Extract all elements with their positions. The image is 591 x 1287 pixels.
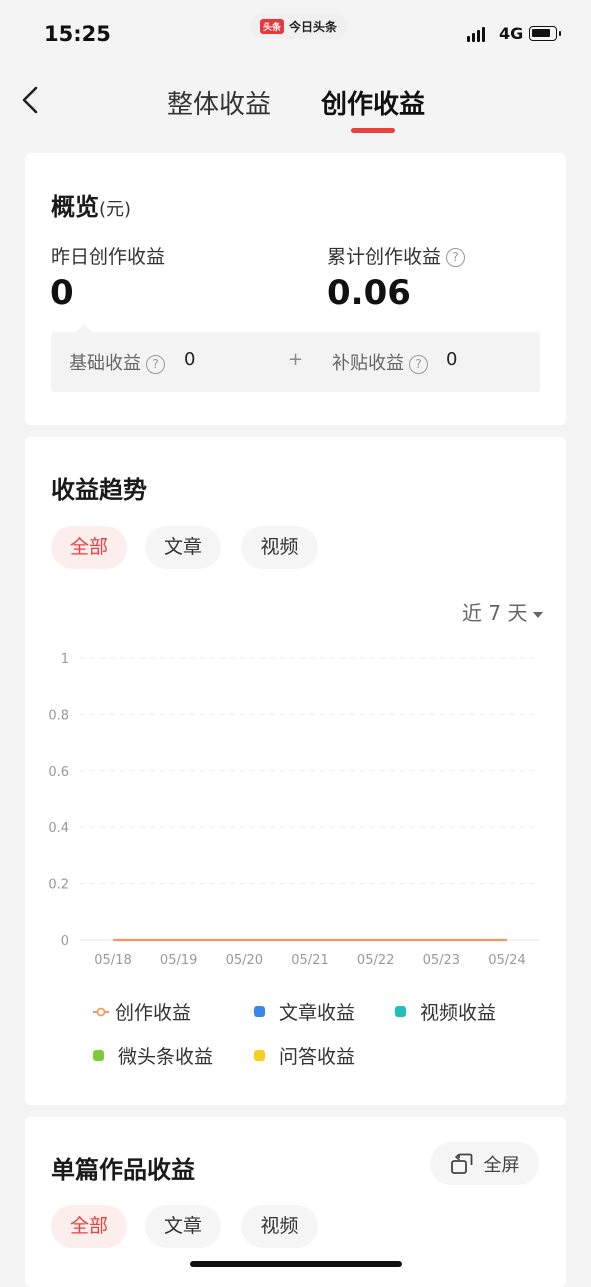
subsidy-income-label-wrap: 补贴收益? bbox=[332, 349, 428, 375]
overview-title: 概览(元) bbox=[51, 187, 131, 222]
status-time: 15:25 bbox=[44, 22, 111, 46]
legend-qa-income[interactable]: 问答收益 bbox=[254, 1042, 355, 1069]
legend-article-income[interactable]: 文章收益 bbox=[254, 998, 355, 1025]
legend-dot-icon bbox=[93, 1050, 104, 1061]
legend-dot-icon bbox=[395, 1006, 406, 1017]
yesterday-income-label: 昨日创作收益 bbox=[51, 246, 166, 268]
single-work-title: 单篇作品收益 bbox=[51, 1156, 195, 1184]
filter-video[interactable]: 视频 bbox=[241, 526, 318, 569]
y-tick-label: 0.2 bbox=[48, 878, 69, 893]
y-tick-label: 0.6 bbox=[48, 765, 69, 780]
filter-video[interactable]: 视频 bbox=[241, 1205, 318, 1248]
legend-label: 文章收益 bbox=[279, 1002, 356, 1024]
x-tick-label: 05/21 bbox=[291, 953, 328, 968]
legend-dot-icon bbox=[254, 1050, 265, 1061]
overview-unit: (元) bbox=[99, 199, 132, 220]
x-tick-label: 05/19 bbox=[160, 953, 197, 968]
x-tick-label: 05/18 bbox=[94, 953, 131, 968]
app-name: 今日头条 bbox=[289, 19, 338, 34]
help-icon[interactable]: ? bbox=[409, 354, 428, 374]
plus-sign: + bbox=[288, 349, 304, 370]
y-tick-label: 0.8 bbox=[48, 708, 69, 723]
toutiao-logo-icon: 头条 bbox=[260, 18, 285, 34]
filter-article[interactable]: 文章 bbox=[145, 526, 221, 569]
filter-all[interactable]: 全部 bbox=[51, 526, 127, 569]
subsidy-income-label: 补贴收益 bbox=[332, 353, 404, 374]
income-breakdown: 基础收益? 0 + 补贴收益? 0 bbox=[51, 332, 540, 392]
date-range-label: 近 7 天 bbox=[462, 601, 528, 625]
tab-overall-income[interactable]: 整体收益 bbox=[167, 84, 271, 121]
legend-label: 创作收益 bbox=[115, 1002, 192, 1024]
legend-line-marker-icon bbox=[93, 1007, 109, 1016]
chevron-left-icon bbox=[22, 86, 38, 114]
total-income-label: 累计创作收益 bbox=[327, 246, 442, 268]
x-tick-label: 05/24 bbox=[488, 953, 525, 968]
y-tick-label: 0.4 bbox=[48, 821, 69, 836]
yesterday-income-value: 0 bbox=[50, 273, 74, 313]
income-trend-chart: 1 0.8 0.6 0.4 0.2 0 05/18 05/19 05/20 05/21 05/22 0… bbox=[48, 652, 540, 968]
x-tick-label: 05/20 bbox=[226, 953, 263, 968]
caret-down-icon bbox=[533, 611, 544, 618]
trend-card: 收益趋势 全部 文章 视频 近 7 天 1 0.8 0.6 0.4 0.2 0 05/18 0… bbox=[25, 437, 566, 1105]
legend-video-income[interactable]: 视频收益 bbox=[395, 998, 496, 1025]
total-income-value: 0.06 bbox=[327, 273, 411, 313]
fullscreen-label: 全屏 bbox=[483, 1154, 520, 1176]
trend-title: 收益趋势 bbox=[51, 476, 147, 504]
base-income-value: 0 bbox=[184, 349, 196, 370]
legend-creation-income[interactable]: 创作收益 bbox=[93, 998, 191, 1025]
fullscreen-rotate-icon bbox=[450, 1153, 472, 1174]
date-range-select[interactable]: 近 7 天 bbox=[462, 597, 544, 626]
filter-all[interactable]: 全部 bbox=[51, 1205, 127, 1248]
legend-label: 微头条收益 bbox=[118, 1046, 214, 1068]
overview-card: 概览(元) 昨日创作收益 0 累计创作收益? 0.06 基础收益? 0 + 补贴… bbox=[25, 153, 566, 425]
y-tick-label: 0 bbox=[61, 934, 69, 949]
filter-article[interactable]: 文章 bbox=[145, 1205, 221, 1248]
legend-label: 视频收益 bbox=[420, 1002, 497, 1024]
cellular-signal-icon bbox=[467, 27, 485, 42]
x-tick-label: 05/22 bbox=[357, 953, 394, 968]
help-icon[interactable]: ? bbox=[146, 354, 165, 374]
overview-title-text: 概览 bbox=[51, 193, 99, 221]
legend-dot-icon bbox=[254, 1006, 265, 1017]
x-tick-label: 05/23 bbox=[423, 953, 460, 968]
base-income-label: 基础收益 bbox=[69, 353, 141, 374]
legend-label: 问答收益 bbox=[279, 1046, 356, 1068]
legend-weitoutiao-income[interactable]: 微头条收益 bbox=[93, 1042, 213, 1069]
subsidy-income-value: 0 bbox=[446, 349, 458, 370]
battery-icon bbox=[529, 26, 561, 41]
help-icon[interactable]: ? bbox=[446, 248, 466, 267]
fullscreen-button[interactable]: 全屏 bbox=[430, 1142, 539, 1185]
y-tick-label: 1 bbox=[61, 652, 69, 667]
total-income-label-wrap: 累计创作收益? bbox=[327, 242, 466, 269]
home-indicator bbox=[190, 1261, 402, 1267]
active-tab-indicator bbox=[351, 128, 395, 133]
back-button[interactable] bbox=[14, 82, 50, 118]
tab-creation-income[interactable]: 创作收益 bbox=[321, 84, 425, 121]
app-indicator-pill[interactable]: 头条 今日头条 bbox=[250, 13, 348, 39]
network-type: 4G bbox=[499, 24, 524, 43]
base-income-label-wrap: 基础收益? bbox=[69, 349, 165, 375]
